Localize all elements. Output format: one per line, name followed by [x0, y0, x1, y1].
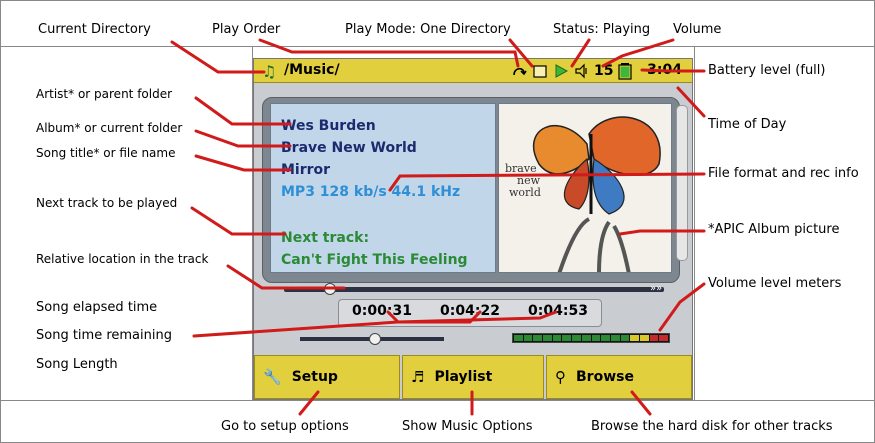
label-setup-desc: Go to setup options [221, 419, 349, 434]
label-album: Album* or current folder [36, 121, 183, 135]
playlist-button[interactable]: ♬ Playlist [402, 355, 544, 399]
label-length: Song Length [36, 357, 118, 372]
right-divider [694, 46, 695, 400]
label-volume-meters: Volume level meters [708, 276, 842, 291]
song-title: Mirror [281, 162, 331, 178]
song-length: 0:04:53 [528, 303, 588, 319]
wrench-icon: 🔧 [263, 368, 282, 386]
panel-scrollbar[interactable] [676, 105, 688, 261]
time-readouts: 0:00:31 0:04:22 0:04:53 [338, 303, 602, 323]
label-volume: Volume [673, 22, 722, 37]
label-play-order: Play Order [212, 22, 281, 37]
player-screen: ♫ /Music/ 15 3:04 Wes Burden Brave New W… [253, 58, 693, 400]
clock: 3:04 [647, 62, 682, 78]
art-text-3: world [509, 186, 541, 199]
label-playlist-desc: Show Music Options [402, 419, 533, 434]
label-battery: Battery level (full) [708, 63, 826, 78]
label-browse-desc: Browse the hard disk for other tracks [591, 419, 833, 434]
label-next-track: Next track to be played [36, 196, 178, 210]
setup-button-label: Setup [291, 369, 338, 385]
bottom-divider [0, 400, 875, 401]
play-icon [552, 62, 570, 80]
browse-button[interactable]: ⚲ Browse [546, 355, 692, 399]
volume-slider-knob[interactable] [369, 333, 381, 345]
playlist-button-label: Playlist [434, 369, 493, 385]
volume-slider[interactable] [300, 333, 444, 345]
label-current-directory: Current Directory [38, 22, 151, 37]
label-song-title: Song title* or file name [36, 146, 176, 160]
label-status: Status: Playing [553, 22, 651, 37]
volume-level-meters [512, 333, 670, 343]
softkey-bar: 🔧 Setup ♬ Playlist ⚲ Browse [254, 355, 692, 399]
top-divider [0, 46, 875, 47]
track-info: Wes Burden Brave New World Mirror MP3 12… [270, 103, 496, 273]
artist-name: Wes Burden [281, 118, 376, 134]
setup-button[interactable]: 🔧 Setup [254, 355, 400, 399]
track-progress-bar[interactable] [284, 283, 664, 295]
label-file-format: File format and rec info [708, 166, 859, 181]
label-play-mode: Play Mode: One Directory [345, 22, 511, 37]
label-artist: Artist* or parent folder [36, 87, 173, 101]
file-format: MP3 128 kb/s 44.1 kHz [281, 184, 461, 200]
label-apic: *APIC Album picture [708, 222, 840, 237]
next-track-title: Can't Fight This Feeling [281, 252, 468, 268]
status-icons: 15 [510, 62, 634, 80]
remaining-time: 0:04:22 [440, 303, 500, 319]
next-track-label: Next track: [281, 230, 370, 246]
speaker-icon [573, 62, 591, 80]
battery-icon [616, 62, 634, 80]
album-art: brave new world [498, 103, 672, 273]
label-time-of-day: Time of Day [708, 117, 787, 132]
forward-arrows-icon: »» [650, 283, 663, 294]
elapsed-time: 0:00:31 [352, 303, 412, 319]
album-name: Brave New World [281, 140, 417, 156]
magnifier-icon: ⚲ [555, 368, 566, 386]
volume-level: 15 [594, 63, 614, 79]
label-elapsed: Song elapsed time [36, 300, 158, 315]
music-note-icon: ♫ [262, 62, 277, 81]
folder-icon [531, 62, 549, 80]
status-bar: ♫ /Music/ 15 3:04 [254, 59, 692, 83]
label-remaining: Song time remaining [36, 328, 172, 343]
current-directory: /Music/ [284, 62, 340, 78]
playlist-icon: ♬ [411, 368, 425, 386]
browse-button-label: Browse [576, 369, 634, 385]
track-progress-knob[interactable] [324, 283, 336, 295]
label-relative-location: Relative location in the track [36, 252, 209, 266]
repeat-icon [510, 62, 528, 80]
